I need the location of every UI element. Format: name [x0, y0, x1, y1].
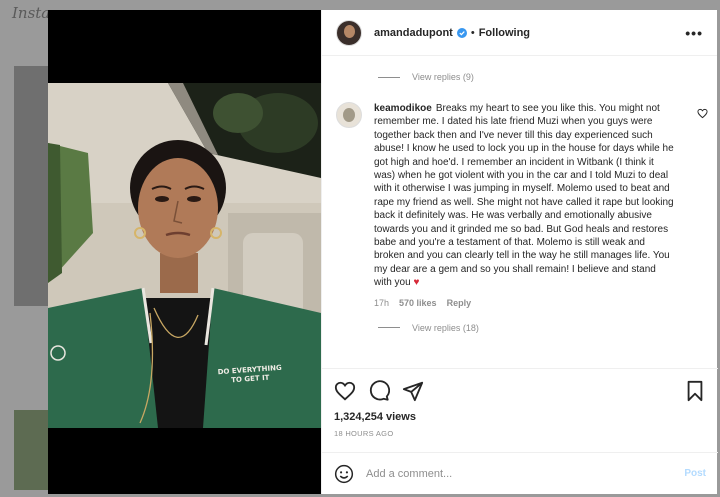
action-icons-row	[334, 379, 706, 403]
author-avatar[interactable]	[336, 19, 362, 46]
like-heart-icon[interactable]	[334, 380, 356, 402]
comments-list[interactable]: View replies (9) keamodikoe Breaks my hea…	[322, 57, 718, 367]
comment-body: keamodikoe Breaks my heart to see you lik…	[374, 102, 674, 290]
post-modal: DO EVERYTHING TO GET IT amandadupont • F…	[48, 10, 718, 494]
comment-likes[interactable]: 570 likes	[399, 298, 437, 308]
comment-item: keamodikoe Breaks my heart to see you lik…	[322, 102, 718, 290]
view-count[interactable]: 1,324,254 views	[334, 411, 706, 423]
verified-badge-icon	[456, 27, 467, 38]
reply-line	[378, 76, 400, 78]
post-actions: 1,324,254 views 18 HOURS AGO	[322, 368, 718, 438]
comment-bubble-icon[interactable]	[368, 380, 390, 402]
reply-line	[378, 327, 400, 329]
view-replies-button[interactable]: View replies (9)	[322, 67, 718, 87]
comment-text: Breaks my heart to see you like this. Yo…	[374, 103, 674, 289]
commenter-avatar[interactable]	[336, 102, 362, 128]
add-comment-input[interactable]	[366, 467, 685, 480]
commenter-username[interactable]: keamodikoe	[374, 103, 432, 114]
more-options-icon[interactable]: •••	[685, 25, 703, 41]
author-username[interactable]: amandadupont	[374, 27, 453, 39]
red-heart-emoji: ♥	[413, 277, 420, 289]
reply-button[interactable]: Reply	[447, 298, 472, 308]
emoji-smiley-icon[interactable]	[334, 464, 354, 484]
following-button[interactable]: Following	[479, 27, 530, 39]
add-comment-bar: Post	[322, 452, 718, 494]
comment-like-heart-icon[interactable]	[697, 108, 708, 119]
background-thumbnail	[14, 410, 48, 490]
background-thumbnail	[14, 66, 48, 306]
post-media[interactable]: DO EVERYTHING TO GET IT	[48, 10, 321, 494]
view-replies-button[interactable]: View replies (18)	[322, 318, 718, 338]
post-header: amandadupont • Following •••	[322, 10, 717, 56]
post-timestamp: 18 HOURS AGO	[334, 429, 394, 438]
header-separator: •	[470, 26, 475, 39]
view-replies-label: View replies (18)	[412, 322, 479, 333]
share-paper-plane-icon[interactable]	[402, 380, 424, 402]
comment-age: 17h	[374, 297, 390, 308]
post-details-panel: amandadupont • Following ••• View replie…	[321, 10, 718, 494]
post-comment-button[interactable]: Post	[684, 468, 706, 479]
post-video[interactable]: DO EVERYTHING TO GET IT	[48, 83, 321, 428]
view-replies-label: View replies (9)	[412, 72, 474, 82]
bookmark-icon[interactable]	[684, 380, 706, 402]
comment-meta: 17h 570 likes Reply	[374, 298, 718, 308]
